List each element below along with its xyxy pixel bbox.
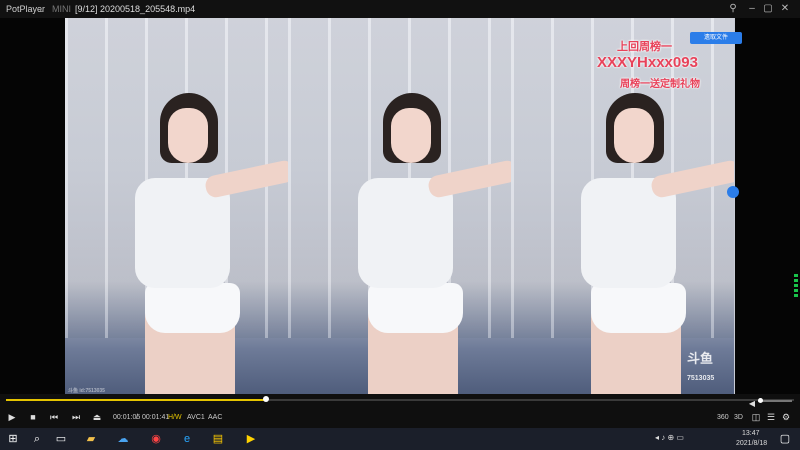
baidu-netdisk-icon[interactable]: ☁: [112, 430, 134, 448]
volume-level-bar: [794, 294, 798, 297]
volume-level-bar: [794, 279, 798, 282]
clock-time[interactable]: 13:47: [742, 430, 760, 437]
small-watermark: 斗鱼 id:7513035: [68, 388, 105, 394]
seek-bar[interactable]: [0, 394, 800, 406]
seek-progress: [6, 399, 267, 401]
volume-level-bar: [794, 289, 798, 292]
hw-badge[interactable]: H/W: [168, 414, 182, 421]
clock-date[interactable]: 2021/8/18: [736, 440, 767, 447]
video-area[interactable]: 上回周榜一 XXXYHxxx093 周榜一送定制礼物 斗鱼 7513035 斗鱼…: [0, 18, 800, 394]
video-panel-left: [65, 18, 288, 394]
potplayer-taskbar-icon[interactable]: ▶: [240, 430, 262, 448]
settings-gear-icon[interactable]: ⚙: [780, 411, 792, 423]
play-icon[interactable]: ▶: [6, 411, 18, 423]
capture-icon[interactable]: ◫: [750, 411, 762, 423]
mini-mode-button[interactable]: MINI: [52, 4, 71, 14]
file-title: [9/12] 20200518_205548.mp4: [75, 4, 196, 14]
volume-level-bar: [794, 284, 798, 287]
open-file-label: 遗取文件: [703, 35, 728, 41]
seek-handle[interactable]: [263, 396, 270, 402]
side-panel-toggle-icon[interactable]: [727, 186, 739, 198]
video-panel-center: [288, 18, 511, 394]
volume-icon[interactable]: ◀: [746, 398, 758, 410]
file-explorer-icon[interactable]: ▰: [80, 430, 102, 448]
maximize-button[interactable]: ▢: [761, 2, 775, 16]
close-button[interactable]: ✕: [778, 2, 792, 16]
volume-level-bar: [794, 274, 798, 277]
stop-icon[interactable]: ■: [27, 411, 39, 423]
title-bar: PotPlayer ⌄ MINI [9/12] 20200518_205548.…: [0, 0, 800, 18]
browser-icon[interactable]: ◉: [145, 430, 167, 448]
app-menu-chevron-icon[interactable]: ⌄: [38, 4, 46, 15]
overlay-line-1: 上回周榜一: [617, 41, 672, 53]
next-icon[interactable]: ⏭: [70, 411, 82, 423]
vr-360-button[interactable]: 360: [717, 414, 729, 421]
start-windows-icon[interactable]: ⊞: [2, 430, 24, 448]
notification-center-icon[interactable]: ▢: [774, 430, 796, 448]
system-tray-icons[interactable]: ◂ ♪ ⊕ ▭: [655, 433, 684, 442]
playlist-icon[interactable]: ☰: [765, 411, 777, 423]
watermark-id: 7513035: [687, 375, 715, 382]
windows-taskbar: ⊞ ⌕ ▭ ▰ ☁ ◉ e ▤ ▶ ◂ ♪ ⊕ ▭ 13:47 2021/8/1…: [0, 428, 800, 450]
previous-icon[interactable]: ⏮: [48, 411, 60, 423]
overlay-line-2: XXXYHxxx093: [597, 54, 698, 71]
internet-explorer-icon[interactable]: e: [176, 430, 198, 448]
video-frame[interactable]: 上回周榜一 XXXYHxxx093 周榜一送定制礼物 斗鱼 7513035 斗鱼…: [65, 18, 735, 394]
task-view-icon[interactable]: ▭: [50, 430, 72, 448]
control-bar: ▶ ■ ⏮ ⏭ ⏏ 00:01:05 / 00:01:41 H/W AVC1 A…: [0, 398, 800, 428]
audio-codec-badge[interactable]: AAC: [208, 414, 222, 421]
minimize-button[interactable]: –: [745, 2, 759, 16]
watermark-brand: 斗鱼: [687, 351, 714, 366]
search-icon[interactable]: ⌕: [26, 430, 48, 448]
volume-handle[interactable]: [758, 398, 763, 403]
open-file-button[interactable]: 遗取文件: [690, 32, 742, 44]
eject-icon[interactable]: ⏏: [91, 411, 103, 423]
total-time: 00:01:41: [142, 414, 170, 421]
volume-slider[interactable]: [758, 400, 792, 402]
pin-icon[interactable]: ⚲: [726, 2, 740, 16]
3d-button[interactable]: 3D: [734, 414, 743, 421]
time-separator: /: [136, 414, 138, 421]
overlay-line-3: 周榜一送定制礼物: [620, 79, 700, 90]
app-icon[interactable]: ▤: [207, 430, 229, 448]
video-codec-badge[interactable]: AVC1: [187, 414, 205, 421]
